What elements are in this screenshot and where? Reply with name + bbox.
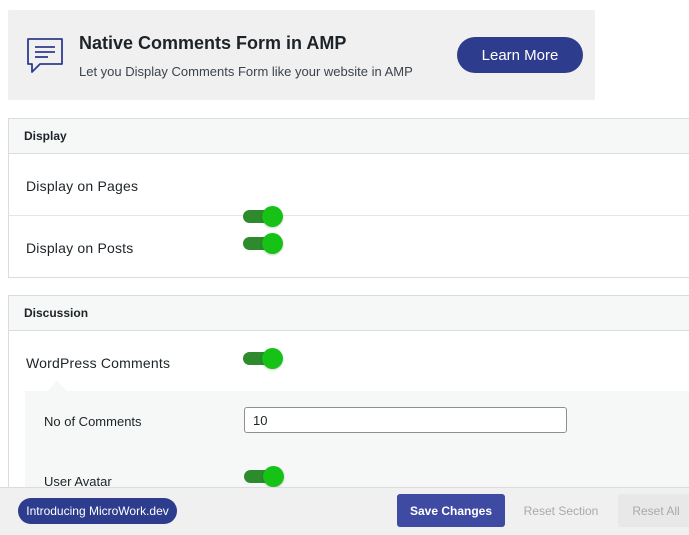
display-on-posts-label: Display on Posts xyxy=(26,240,134,256)
panel-pointer xyxy=(47,381,67,391)
display-on-posts-toggle[interactable] xyxy=(243,233,283,254)
wordpress-comments-label: WordPress Comments xyxy=(26,355,171,371)
reset-all-button[interactable]: Reset All xyxy=(618,494,689,527)
display-section-heading: Display xyxy=(9,119,689,154)
display-on-pages-label: Display on Pages xyxy=(26,178,139,194)
no-of-comments-label: No of Comments xyxy=(44,414,142,429)
toggle-knob xyxy=(263,466,284,487)
display-section: Display Display on Pages Display on Post… xyxy=(8,118,689,278)
display-on-pages-row: Display on Pages xyxy=(9,154,689,227)
reset-section-button[interactable]: Reset Section xyxy=(510,494,612,527)
discussion-section: Discussion WordPress Comments No of Comm… xyxy=(8,295,689,501)
chat-bubble-icon xyxy=(26,36,64,76)
footer-bar: Introducing MicroWork.dev Save Changes R… xyxy=(0,487,689,535)
toggle-knob xyxy=(262,233,283,254)
discussion-section-heading: Discussion xyxy=(9,296,689,331)
wordpress-comments-row: WordPress Comments xyxy=(9,331,689,392)
promo-subtitle: Let you Display Comments Form like your … xyxy=(79,64,413,79)
promo-title: Native Comments Form in AMP xyxy=(79,33,347,53)
learn-more-button[interactable]: Learn More xyxy=(457,37,583,73)
wordpress-comments-toggle[interactable] xyxy=(243,348,283,369)
user-avatar-toggle[interactable] xyxy=(244,466,284,487)
no-of-comments-input[interactable] xyxy=(244,407,567,433)
comments-settings-panel: No of Comments User Avatar xyxy=(25,381,689,501)
display-on-posts-row: Display on Posts xyxy=(9,216,689,277)
toggle-knob xyxy=(262,348,283,369)
promo-banner: Native Comments Form in AMP Let you Disp… xyxy=(8,10,595,100)
save-changes-button[interactable]: Save Changes xyxy=(397,494,505,527)
introducing-microwork-button[interactable]: Introducing MicroWork.dev xyxy=(18,498,177,524)
